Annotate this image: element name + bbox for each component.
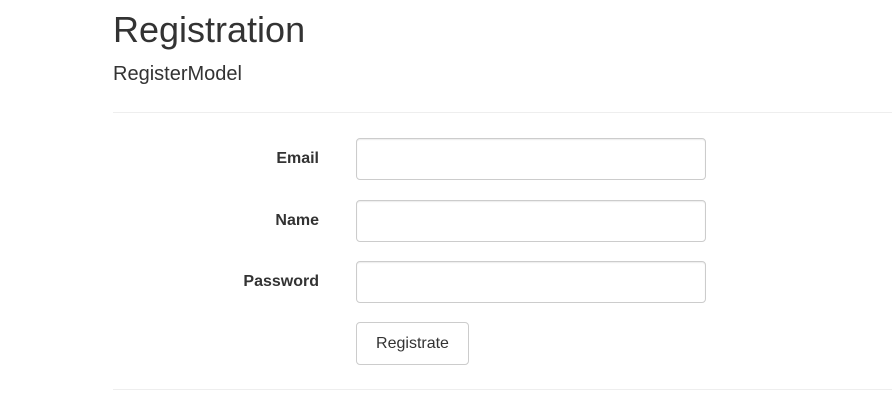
name-field[interactable] [356, 200, 706, 242]
name-label: Name [275, 212, 319, 229]
email-field[interactable] [356, 138, 706, 180]
email-label: Email [276, 150, 319, 167]
registrate-button[interactable]: Registrate [356, 322, 469, 365]
email-row: Email [113, 138, 892, 180]
password-row: Password [113, 261, 892, 303]
page-title: Registration [113, 9, 306, 50]
password-label: Password [243, 273, 319, 290]
password-field[interactable] [356, 261, 706, 303]
top-divider [113, 112, 892, 113]
name-row: Name [113, 200, 892, 242]
bottom-divider [113, 389, 892, 390]
page-subtitle: RegisterModel [113, 63, 242, 85]
